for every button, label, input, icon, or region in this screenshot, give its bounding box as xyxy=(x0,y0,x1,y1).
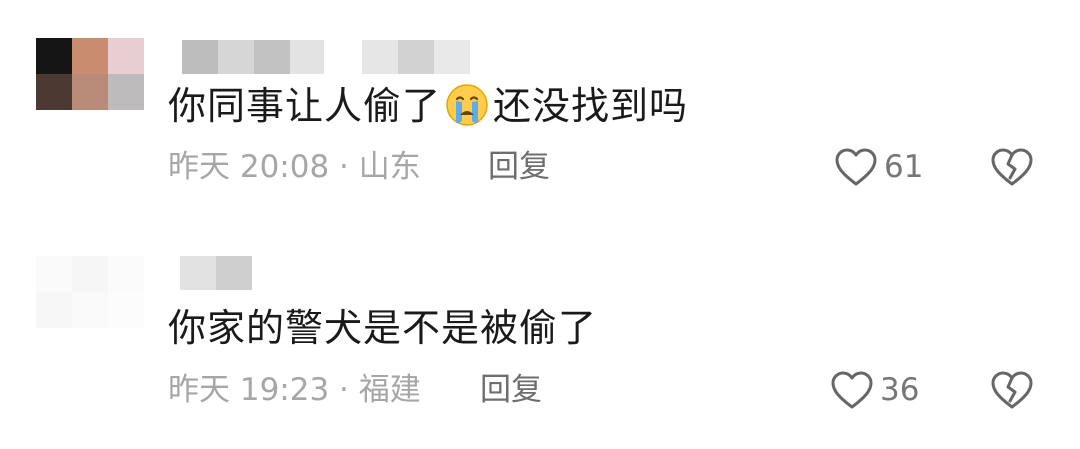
broken-heart-icon[interactable] xyxy=(990,147,1034,187)
broken-heart-icon[interactable] xyxy=(990,370,1034,410)
like-button[interactable]: 36 xyxy=(830,370,919,410)
crying-face-icon xyxy=(446,84,488,126)
like-count: 61 xyxy=(884,149,924,185)
comment-item: 你家的警犬是不是被偷了 昨天 19:23 · 福建 回复 36 xyxy=(0,230,1080,449)
comment-meta: 昨天 20:08 · 山东 xyxy=(168,149,421,185)
heart-icon xyxy=(835,148,877,186)
like-button[interactable]: 61 xyxy=(834,147,923,187)
comment-text: 你家的警犬是不是被偷了 xyxy=(168,306,598,350)
comment-meta: 昨天 19:23 · 福建 xyxy=(168,372,421,408)
user-tag-blurred xyxy=(362,40,470,74)
reply-button[interactable]: 回复 xyxy=(488,147,550,187)
heart-icon xyxy=(831,371,873,409)
comment-text-part: 你同事让人偷了 xyxy=(168,84,442,128)
username-blurred[interactable] xyxy=(182,40,324,74)
avatar[interactable] xyxy=(36,256,144,328)
comment-text-part: 还没找到吗 xyxy=(493,84,689,128)
comment-item: 你同事让人偷了 还没找到吗 昨天 20:08 · 山东 回复 61 xyxy=(0,0,1080,230)
username-blurred[interactable] xyxy=(180,256,252,290)
avatar[interactable] xyxy=(36,38,144,110)
comment-text: 你同事让人偷了 还没找到吗 xyxy=(168,82,688,130)
like-count: 36 xyxy=(880,372,920,408)
reply-button[interactable]: 回复 xyxy=(480,370,542,410)
